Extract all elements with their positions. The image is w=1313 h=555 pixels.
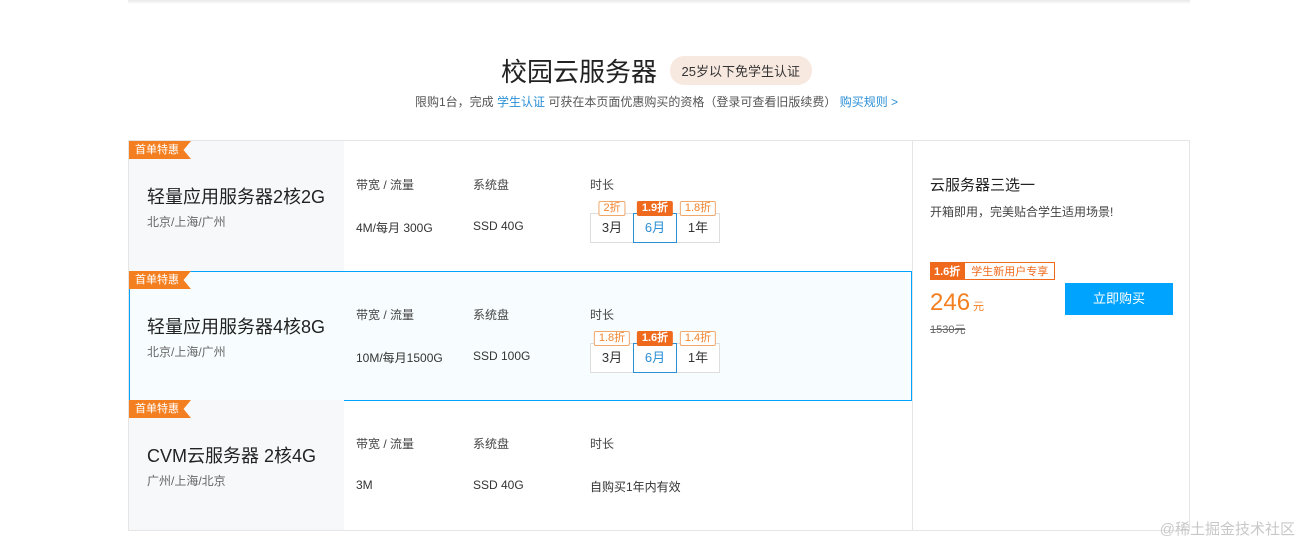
plan-card-4c8g[interactable]: 首单特惠 轻量应用服务器4核8G 北京/上海/广州 带宽 / 流量 系统盘 时长… <box>129 271 912 401</box>
bandwidth-label: 带宽 / 流量 <box>356 437 415 451</box>
discount-badge: 1.6折 <box>636 331 674 346</box>
disk-label: 系统盘 <box>473 308 510 322</box>
price-value: 246 <box>930 289 971 316</box>
duration-option-1y[interactable]: 1.4折 1年 <box>676 331 720 373</box>
discount-badge: 1.8折 <box>679 201 717 216</box>
duration-option-label: 3月 <box>601 220 623 235</box>
disk-value: SSD 100G <box>473 349 531 363</box>
bandwidth-value: 10M/每月1500G <box>356 351 443 365</box>
promo-badge: 1.6折 学生新用户专享 <box>930 262 1056 280</box>
plan-list: 首单特惠 轻量应用服务器2核2G 北京/上海/广州 带宽 / 流量 系统盘 时长… <box>129 141 912 530</box>
price-unit: 元 <box>973 301 985 313</box>
first-order-tag: 首单特惠 <box>129 400 191 418</box>
duration-selector: 1.8折 3月 1.6折 6月 1.4折 1年 <box>590 331 720 373</box>
promo-discount: 1.6折 <box>930 262 965 280</box>
bandwidth-value: 4M/每月 300G <box>356 221 433 235</box>
sidebar-title: 云服务器三选一 <box>930 177 1036 194</box>
plan-region: 广州/上海/北京 <box>147 474 226 488</box>
duration-option-label: 6月 <box>644 350 666 365</box>
discount-badge: 1.4折 <box>679 331 717 346</box>
duration-selector: 2折 3月 1.9折 6月 1.8折 1年 <box>590 201 720 243</box>
purchase-rules-link[interactable]: 购买规则 > <box>840 95 898 109</box>
plan-name: 轻量应用服务器4核8G <box>147 317 326 337</box>
first-order-tag: 首单特惠 <box>129 271 191 289</box>
discount-badge: 1.8折 <box>593 331 631 346</box>
plan-region: 北京/上海/广州 <box>147 215 226 229</box>
subtitle-middle: 可获在本页面优惠购买的资格（登录可查看旧版续费） <box>548 95 837 109</box>
duration-option-6m[interactable]: 1.6折 6月 <box>633 331 677 373</box>
disk-value: SSD 40G <box>473 478 524 492</box>
sidebar-description: 开箱即用，完美贴合学生适用场景! <box>930 205 1114 219</box>
duration-label: 时长 <box>590 308 615 322</box>
subtitle-prefix: 限购1台，完成 <box>414 95 494 109</box>
first-order-tag: 首单特惠 <box>129 141 191 159</box>
bandwidth-label: 带宽 / 流量 <box>356 178 415 192</box>
duration-label: 时长 <box>590 437 615 451</box>
product-panel: 首单特惠 轻量应用服务器2核2G 北京/上海/广州 带宽 / 流量 系统盘 时长… <box>128 140 1190 531</box>
duration-option-label: 6月 <box>644 220 666 235</box>
student-auth-link[interactable]: 学生认证 <box>497 95 545 109</box>
disk-label: 系统盘 <box>473 437 510 451</box>
age-badge: 25岁以下免学生认证 <box>669 56 812 85</box>
duration-label: 时长 <box>590 178 615 192</box>
duration-option-6m[interactable]: 1.9折 6月 <box>633 201 677 243</box>
watermark: @稀土掘金技术社区 <box>1159 521 1295 538</box>
price: 246 元 <box>930 289 984 317</box>
disk-label: 系统盘 <box>473 178 510 192</box>
plan-region: 北京/上海/广州 <box>147 345 226 359</box>
duration-option-label: 1年 <box>687 350 709 365</box>
plan-name: CVM云服务器 2核4G <box>147 446 317 466</box>
discount-badge: 2折 <box>598 201 626 216</box>
page-header: 校园云服务器 25岁以下免学生认证 <box>0 52 1313 89</box>
top-divider <box>128 0 1190 4</box>
duration-option-label: 3月 <box>601 350 623 365</box>
bandwidth-label: 带宽 / 流量 <box>356 308 415 322</box>
promo-text: 学生新用户专享 <box>964 262 1056 280</box>
page-title: 校园云服务器 <box>501 57 658 87</box>
bandwidth-value: 3M <box>356 478 373 492</box>
plan-name: 轻量应用服务器2核2G <box>147 187 326 207</box>
buy-now-button[interactable]: 立即购买 <box>1065 283 1173 315</box>
page-subtitle: 限购1台，完成 学生认证 可获在本页面优惠购买的资格（登录可查看旧版续费） 购买… <box>0 93 1313 110</box>
duration-option-3m[interactable]: 1.8折 3月 <box>590 331 634 373</box>
plan-card-cvm-2c4g[interactable]: 首单特惠 CVM云服务器 2核4G 广州/上海/北京 带宽 / 流量 系统盘 时… <box>129 400 912 530</box>
purchase-sidebar: 云服务器三选一 开箱即用，完美贴合学生适用场景! 1.6折 学生新用户专享 24… <box>912 141 1189 530</box>
original-price: 1530元 <box>930 324 966 336</box>
validity-text: 自购买1年内有效 <box>590 480 681 494</box>
duration-option-label: 1年 <box>687 220 709 235</box>
plan-card-2c2g[interactable]: 首单特惠 轻量应用服务器2核2G 北京/上海/广州 带宽 / 流量 系统盘 时长… <box>129 141 912 271</box>
discount-badge: 1.9折 <box>636 201 674 216</box>
disk-value: SSD 40G <box>473 219 524 233</box>
duration-option-3m[interactable]: 2折 3月 <box>590 201 634 243</box>
duration-option-1y[interactable]: 1.8折 1年 <box>676 201 720 243</box>
